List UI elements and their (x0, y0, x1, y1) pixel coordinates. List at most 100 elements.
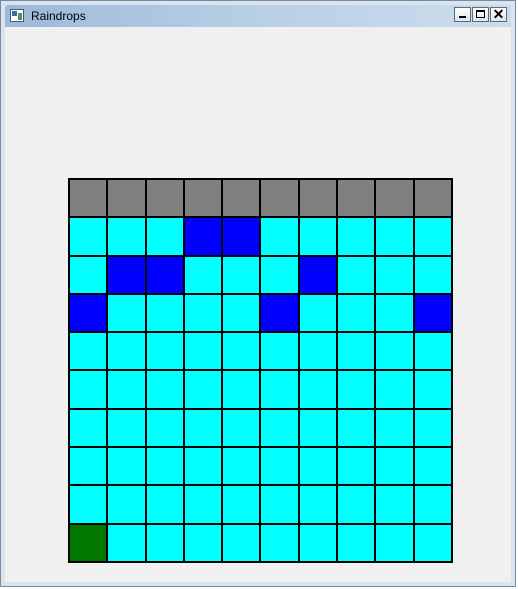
cloud-cell (107, 179, 146, 218)
caption-buttons: ✕ (454, 7, 507, 22)
water-cell (375, 293, 414, 333)
water-cell (183, 408, 223, 448)
water-cell (260, 485, 299, 524)
water-cell (337, 255, 376, 294)
water-cell (260, 408, 299, 448)
water-cell (260, 370, 299, 409)
water-cell (145, 370, 184, 409)
water-cell (298, 370, 338, 409)
water-cell (260, 255, 299, 294)
water-cell (145, 408, 184, 448)
water-cell (337, 485, 376, 524)
water-cell (413, 255, 452, 294)
close-button[interactable]: ✕ (490, 7, 507, 22)
water-cell (375, 408, 414, 448)
cloud-cell (222, 179, 261, 218)
water-cell (183, 447, 223, 486)
water-cell (222, 255, 261, 294)
water-cell (260, 447, 299, 486)
water-cell (69, 217, 108, 256)
drop-cell (183, 217, 223, 256)
water-cell (183, 255, 223, 294)
water-cell (375, 370, 414, 409)
window-title: Raindrops (31, 9, 86, 23)
app-window-icon[interactable] (10, 9, 24, 22)
water-cell (413, 217, 452, 256)
water-cell (107, 485, 146, 524)
water-cell (145, 332, 184, 371)
water-cell (337, 523, 376, 562)
water-cell (222, 485, 261, 524)
water-cell (413, 523, 452, 562)
water-cell (298, 523, 338, 562)
water-cell (107, 332, 146, 371)
cloud-cell (260, 179, 299, 218)
water-cell (69, 485, 108, 524)
close-icon: ✕ (492, 6, 505, 22)
water-cell (413, 485, 452, 524)
water-cell (69, 255, 108, 294)
water-cell (107, 293, 146, 333)
title-bar[interactable]: Raindrops ✕ (5, 5, 511, 27)
water-cell (375, 523, 414, 562)
water-cell (145, 217, 184, 256)
water-cell (107, 447, 146, 486)
drop-cell (298, 255, 338, 294)
water-cell (298, 217, 338, 256)
water-cell (260, 332, 299, 371)
water-cell (222, 523, 261, 562)
water-cell (69, 370, 108, 409)
water-cell (183, 293, 223, 333)
cloud-cell (337, 179, 376, 218)
water-cell (337, 447, 376, 486)
water-cell (298, 293, 338, 333)
water-cell (375, 255, 414, 294)
water-cell (145, 447, 184, 486)
water-cell (298, 447, 338, 486)
water-cell (107, 408, 146, 448)
drop-cell (222, 217, 261, 256)
water-cell (107, 523, 146, 562)
water-cell (107, 217, 146, 256)
water-cell (222, 332, 261, 371)
cloud-cell (183, 179, 223, 218)
water-cell (145, 485, 184, 524)
water-cell (337, 293, 376, 333)
water-cell (183, 370, 223, 409)
water-cell (69, 408, 108, 448)
drop-cell (145, 255, 184, 294)
water-cell (69, 447, 108, 486)
drop-cell (413, 293, 452, 333)
cloud-cell (298, 179, 338, 218)
water-cell (375, 332, 414, 371)
water-cell (222, 293, 261, 333)
water-cell (413, 408, 452, 448)
water-cell (375, 217, 414, 256)
client-area (5, 27, 511, 582)
water-cell (183, 485, 223, 524)
minimize-button[interactable] (454, 7, 471, 22)
water-cell (222, 370, 261, 409)
app-window: Raindrops ✕ (0, 0, 516, 587)
drop-cell (69, 293, 108, 333)
water-cell (298, 408, 338, 448)
game-board[interactable] (68, 178, 453, 563)
water-cell (183, 523, 223, 562)
maximize-button[interactable] (472, 7, 489, 22)
drop-cell (107, 255, 146, 294)
water-cell (145, 523, 184, 562)
drop-cell (260, 293, 299, 333)
water-cell (375, 447, 414, 486)
cloud-cell (69, 179, 108, 218)
water-cell (222, 408, 261, 448)
water-cell (260, 523, 299, 562)
water-cell (337, 408, 376, 448)
water-cell (337, 217, 376, 256)
water-cell (260, 217, 299, 256)
water-cell (298, 332, 338, 371)
player-cell (69, 523, 108, 562)
cloud-cell (375, 179, 414, 218)
water-cell (337, 332, 376, 371)
water-cell (183, 332, 223, 371)
cloud-cell (413, 179, 452, 218)
